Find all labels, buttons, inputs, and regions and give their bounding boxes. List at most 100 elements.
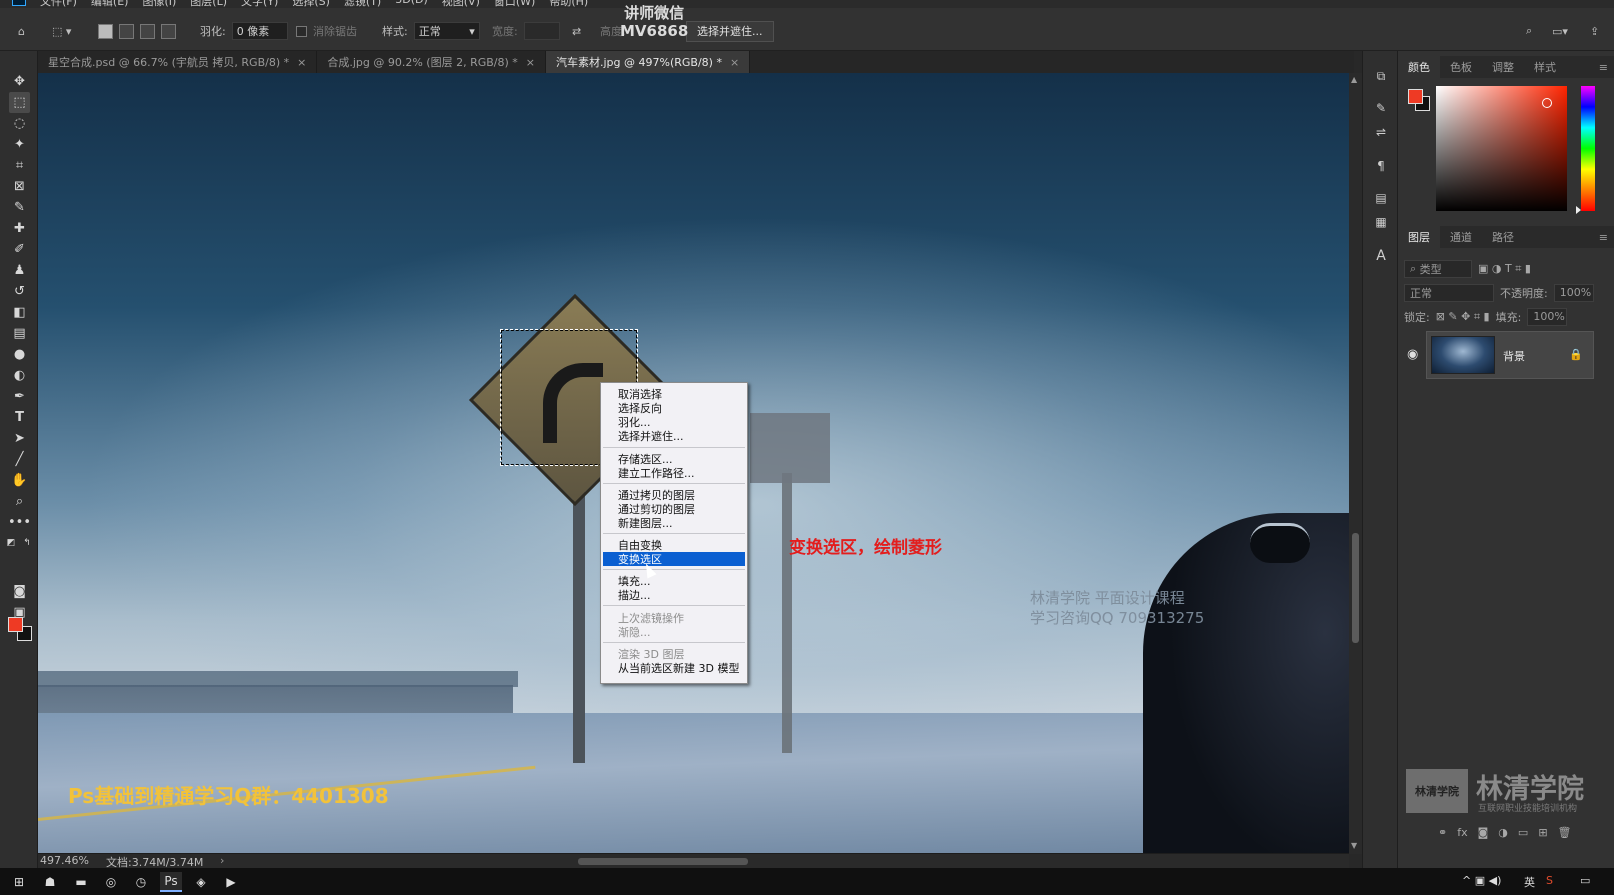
fx-icon[interactable]: fx — [1457, 826, 1467, 839]
hue-marker[interactable] — [1576, 206, 1581, 214]
add-mask-icon[interactable]: ◙ — [1478, 826, 1489, 839]
vertical-scrollbar[interactable]: ▲ ▼ — [1349, 73, 1362, 854]
menu-item[interactable]: 编辑(E) — [91, 0, 129, 8]
quick-mask-icon[interactable]: ◙ — [9, 581, 30, 602]
tab-paths[interactable]: 路径 — [1482, 226, 1524, 248]
menu-item[interactable]: 视图(V) — [442, 0, 480, 8]
rectangular-marquee-tool-icon[interactable]: ⬚ — [9, 92, 30, 113]
swap-colors-icon[interactable]: ↰ — [20, 537, 34, 549]
color-picker-marker[interactable] — [1542, 98, 1552, 108]
workspace-icon[interactable]: ▭▾ — [1552, 21, 1568, 41]
screen-mode-icon[interactable]: ▣ — [9, 602, 30, 623]
tab-starry-composite[interactable]: 星空合成.psd @ 66.7% (宇航员 拷贝, RGB/8) * × — [38, 51, 318, 73]
path-selection-tool-icon[interactable]: ➤ — [9, 428, 30, 449]
scroll-thumb[interactable] — [1352, 533, 1359, 643]
color-field[interactable] — [1436, 86, 1567, 211]
menu-item-fill[interactable]: 填充... — [603, 574, 745, 588]
swap-dimensions-icon[interactable]: ⇄ — [572, 21, 581, 41]
menu-item-feather[interactable]: 羽化... — [603, 415, 745, 429]
move-tool-icon[interactable]: ✥ — [9, 71, 30, 92]
file-explorer-icon[interactable]: ▬ — [70, 872, 92, 892]
history-brush-tool-icon[interactable]: ↺ — [9, 281, 30, 302]
menu-item[interactable]: 文件(F) — [40, 0, 77, 8]
brush-tool-icon[interactable]: ✐ — [9, 239, 30, 260]
menu-item-make-work-path[interactable]: 建立工作路径... — [603, 466, 745, 480]
lock-icon[interactable]: 🔒 — [1569, 348, 1583, 361]
menu-item[interactable]: 图像(I) — [142, 0, 176, 8]
menu-item-layer-via-copy[interactable]: 通过拷贝的图层 — [603, 488, 745, 502]
properties-icon[interactable]: ▤ — [1372, 189, 1390, 207]
adjustments-icon[interactable]: ⇌ — [1372, 123, 1390, 141]
character-icon[interactable]: A — [1372, 247, 1390, 265]
menu-item-stroke[interactable]: 描边... — [603, 588, 745, 602]
horizontal-scroll-thumb[interactable] — [578, 858, 748, 865]
filter-icons[interactable]: ▣ ◑ T ⌗ ▮ — [1478, 262, 1531, 276]
notifications-icon[interactable]: ▭ — [1580, 874, 1590, 887]
opacity-input[interactable]: 100% — [1553, 283, 1594, 302]
pen-tool-icon[interactable]: ✒ — [9, 386, 30, 407]
tray-icons[interactable]: ^ ▣ ◀) — [1462, 874, 1501, 887]
input-language[interactable]: 英 — [1524, 874, 1535, 890]
tab-layers[interactable]: 图层 — [1398, 226, 1440, 248]
eraser-tool-icon[interactable]: ◧ — [9, 302, 30, 323]
link-layers-icon[interactable]: ⚭ — [1438, 826, 1447, 839]
eyedropper-tool-icon[interactable]: ✎ — [9, 197, 30, 218]
layer-filter-select[interactable]: ⌕ 类型 — [1404, 259, 1472, 278]
menu-item[interactable]: 3D(D) — [395, 0, 428, 8]
adjustment-layer-icon[interactable]: ◑ — [1498, 826, 1508, 839]
recorder-app-icon[interactable]: ▶ — [220, 872, 242, 892]
share-icon[interactable]: ⇪ — [1590, 21, 1599, 41]
blend-mode-select[interactable]: 正常 — [1404, 283, 1494, 302]
brush-settings-icon[interactable]: ✎ — [1372, 99, 1390, 117]
clock-app-icon[interactable]: ◷ — [130, 872, 152, 892]
visibility-eye-icon[interactable]: ◉ — [1407, 347, 1418, 362]
dodge-tool-icon[interactable]: ◐ — [9, 365, 30, 386]
tab-composite[interactable]: 合成.jpg @ 90.2% (图层 2, RGB/8) * × — [317, 51, 546, 73]
fill-input[interactable]: 100% — [1527, 307, 1568, 326]
menu-item-inverse[interactable]: 选择反向 — [603, 401, 745, 415]
menu-item[interactable]: 文字(Y) — [241, 0, 278, 8]
lock-icons[interactable]: ⊠ ✎ ✥ ⌗ ▮ — [1436, 310, 1490, 324]
paragraph-icon[interactable]: ¶ — [1372, 157, 1390, 175]
antialias-checkbox[interactable] — [296, 25, 307, 37]
zoom-level[interactable]: 497.46% — [40, 854, 89, 867]
menu-item-save-selection[interactable]: 存储选区... — [603, 452, 745, 466]
layer-row-background[interactable]: 背景 🔒 — [1426, 331, 1594, 379]
magic-wand-tool-icon[interactable]: ✦ — [9, 134, 30, 155]
hue-slider[interactable] — [1581, 86, 1595, 211]
menu-item-new-3d-model[interactable]: 从当前选区新建 3D 模型 — [603, 661, 745, 675]
tab-car-material[interactable]: 汽车素材.jpg @ 497%(RGB/8) * × — [546, 51, 751, 73]
new-layer-icon[interactable]: ⊞ — [1538, 826, 1547, 839]
menu-item[interactable]: 窗口(W) — [494, 0, 535, 8]
menu-item-new-layer[interactable]: 新建图层... — [603, 516, 745, 530]
add-to-selection-icon[interactable] — [119, 23, 134, 39]
close-icon[interactable]: × — [730, 56, 739, 69]
type-tool-icon[interactable]: T — [9, 407, 30, 428]
line-tool-icon[interactable]: ╱ — [9, 449, 30, 470]
more-tools-icon[interactable]: ••• — [8, 512, 31, 533]
feather-input[interactable]: 0 像素 — [231, 22, 288, 40]
tab-color[interactable]: 颜色 — [1398, 56, 1440, 78]
tab-adjustments[interactable]: 调整 — [1482, 56, 1524, 78]
menu-item-transform-selection[interactable]: 变换选区 — [603, 552, 745, 566]
photoshop-taskbar-icon[interactable]: Ps — [160, 872, 182, 892]
healing-brush-tool-icon[interactable]: ✚ — [9, 218, 30, 239]
subtract-selection-icon[interactable] — [140, 23, 155, 39]
new-selection-icon[interactable] — [98, 23, 113, 39]
search-icon[interactable]: ⌕ — [1526, 21, 1532, 41]
status-menu-icon[interactable]: › — [220, 854, 224, 867]
chat-app-icon[interactable]: ◈ — [190, 872, 212, 892]
layer-name[interactable]: 背景 — [1503, 348, 1525, 364]
tab-channels[interactable]: 通道 — [1440, 226, 1482, 248]
menu-item[interactable]: 帮助(H) — [549, 0, 588, 8]
lasso-tool-icon[interactable]: ◌ — [9, 113, 30, 134]
crop-tool-icon[interactable]: ⌗ — [9, 155, 30, 176]
blur-tool-icon[interactable]: ● — [9, 344, 30, 365]
intersect-selection-icon[interactable] — [161, 23, 176, 39]
windows-start-icon[interactable]: ⊞ — [8, 872, 30, 892]
select-and-mask-button[interactable]: 选择并遮住... — [686, 20, 774, 42]
default-colors-icon[interactable]: ◩ — [4, 537, 18, 549]
panel-menu-icon[interactable]: ≡ — [1599, 61, 1608, 74]
app-icon[interactable]: ☗ — [39, 872, 61, 892]
clone-stamp-tool-icon[interactable]: ♟ — [9, 260, 30, 281]
